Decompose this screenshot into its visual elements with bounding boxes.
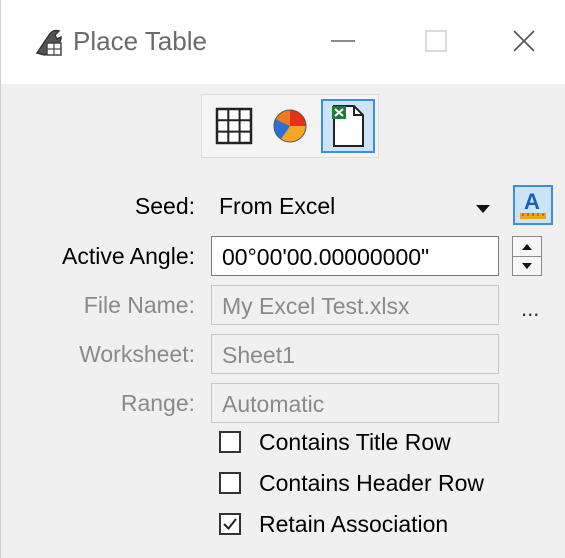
pie-chart-icon — [273, 109, 307, 143]
place-table-tool-icon — [31, 25, 65, 59]
maximize-button[interactable] — [411, 18, 461, 64]
excel-file-icon — [332, 105, 364, 147]
seed-label: Seed: — [134, 193, 195, 219]
mode-empty-table-button[interactable] — [207, 99, 261, 153]
arrow-down-icon — [522, 262, 532, 269]
dropdown-arrow-icon — [475, 201, 491, 219]
svg-text:A: A — [524, 189, 540, 214]
spinner-up-button[interactable] — [513, 237, 541, 257]
title-bar[interactable]: Place Table — [1, 0, 565, 84]
active-angle-value: 00°00'00.00000000" — [222, 244, 430, 270]
active-angle-label: Active Angle: — [62, 243, 195, 269]
angle-spinner[interactable] — [512, 236, 542, 276]
active-angle-input[interactable]: 00°00'00.00000000" — [211, 236, 499, 276]
seed-dropdown[interactable]: From Excel — [211, 185, 499, 227]
worksheet-label: Worksheet: — [79, 341, 195, 367]
retain-association-label: Retain Association — [259, 511, 449, 537]
window-title: Place Table — [73, 26, 207, 56]
minimize-button[interactable] — [318, 18, 368, 64]
contains-title-row-checkbox[interactable] — [219, 431, 241, 453]
close-button[interactable] — [499, 18, 549, 64]
mode-chart-button[interactable] — [263, 99, 317, 153]
maximize-icon — [425, 30, 447, 52]
file-name-field: My Excel Test.xlsx — [211, 285, 499, 325]
seed-value: From Excel — [219, 193, 336, 219]
contains-header-row-checkbox[interactable] — [219, 472, 241, 494]
text-style-button[interactable]: A — [513, 185, 553, 225]
contains-header-row-label: Contains Header Row — [259, 470, 485, 496]
checkmark-icon — [223, 518, 237, 531]
range-field: Automatic — [211, 383, 499, 423]
table-source-toolbar — [201, 94, 379, 158]
file-name-label: File Name: — [83, 292, 195, 318]
worksheet-field: Sheet1 — [211, 334, 499, 374]
worksheet-value: Sheet1 — [222, 342, 295, 368]
text-style-icon: A — [520, 189, 546, 219]
range-label: Range: — [120, 390, 195, 416]
place-table-dialog: Place Table Seed: From Excel A Active An… — [0, 0, 565, 558]
file-name-value: My Excel Test.xlsx — [222, 293, 410, 319]
mode-excel-button[interactable] — [321, 99, 375, 153]
retain-association-checkbox[interactable] — [219, 513, 241, 535]
close-icon — [513, 30, 535, 52]
spinner-down-button[interactable] — [513, 256, 541, 275]
range-value: Automatic — [222, 391, 325, 417]
arrow-up-icon — [522, 243, 532, 250]
browse-file-button[interactable]: ... — [521, 296, 539, 322]
table-grid-icon — [215, 107, 253, 145]
contains-title-row-label: Contains Title Row — [259, 429, 451, 455]
minimize-icon — [331, 40, 355, 42]
